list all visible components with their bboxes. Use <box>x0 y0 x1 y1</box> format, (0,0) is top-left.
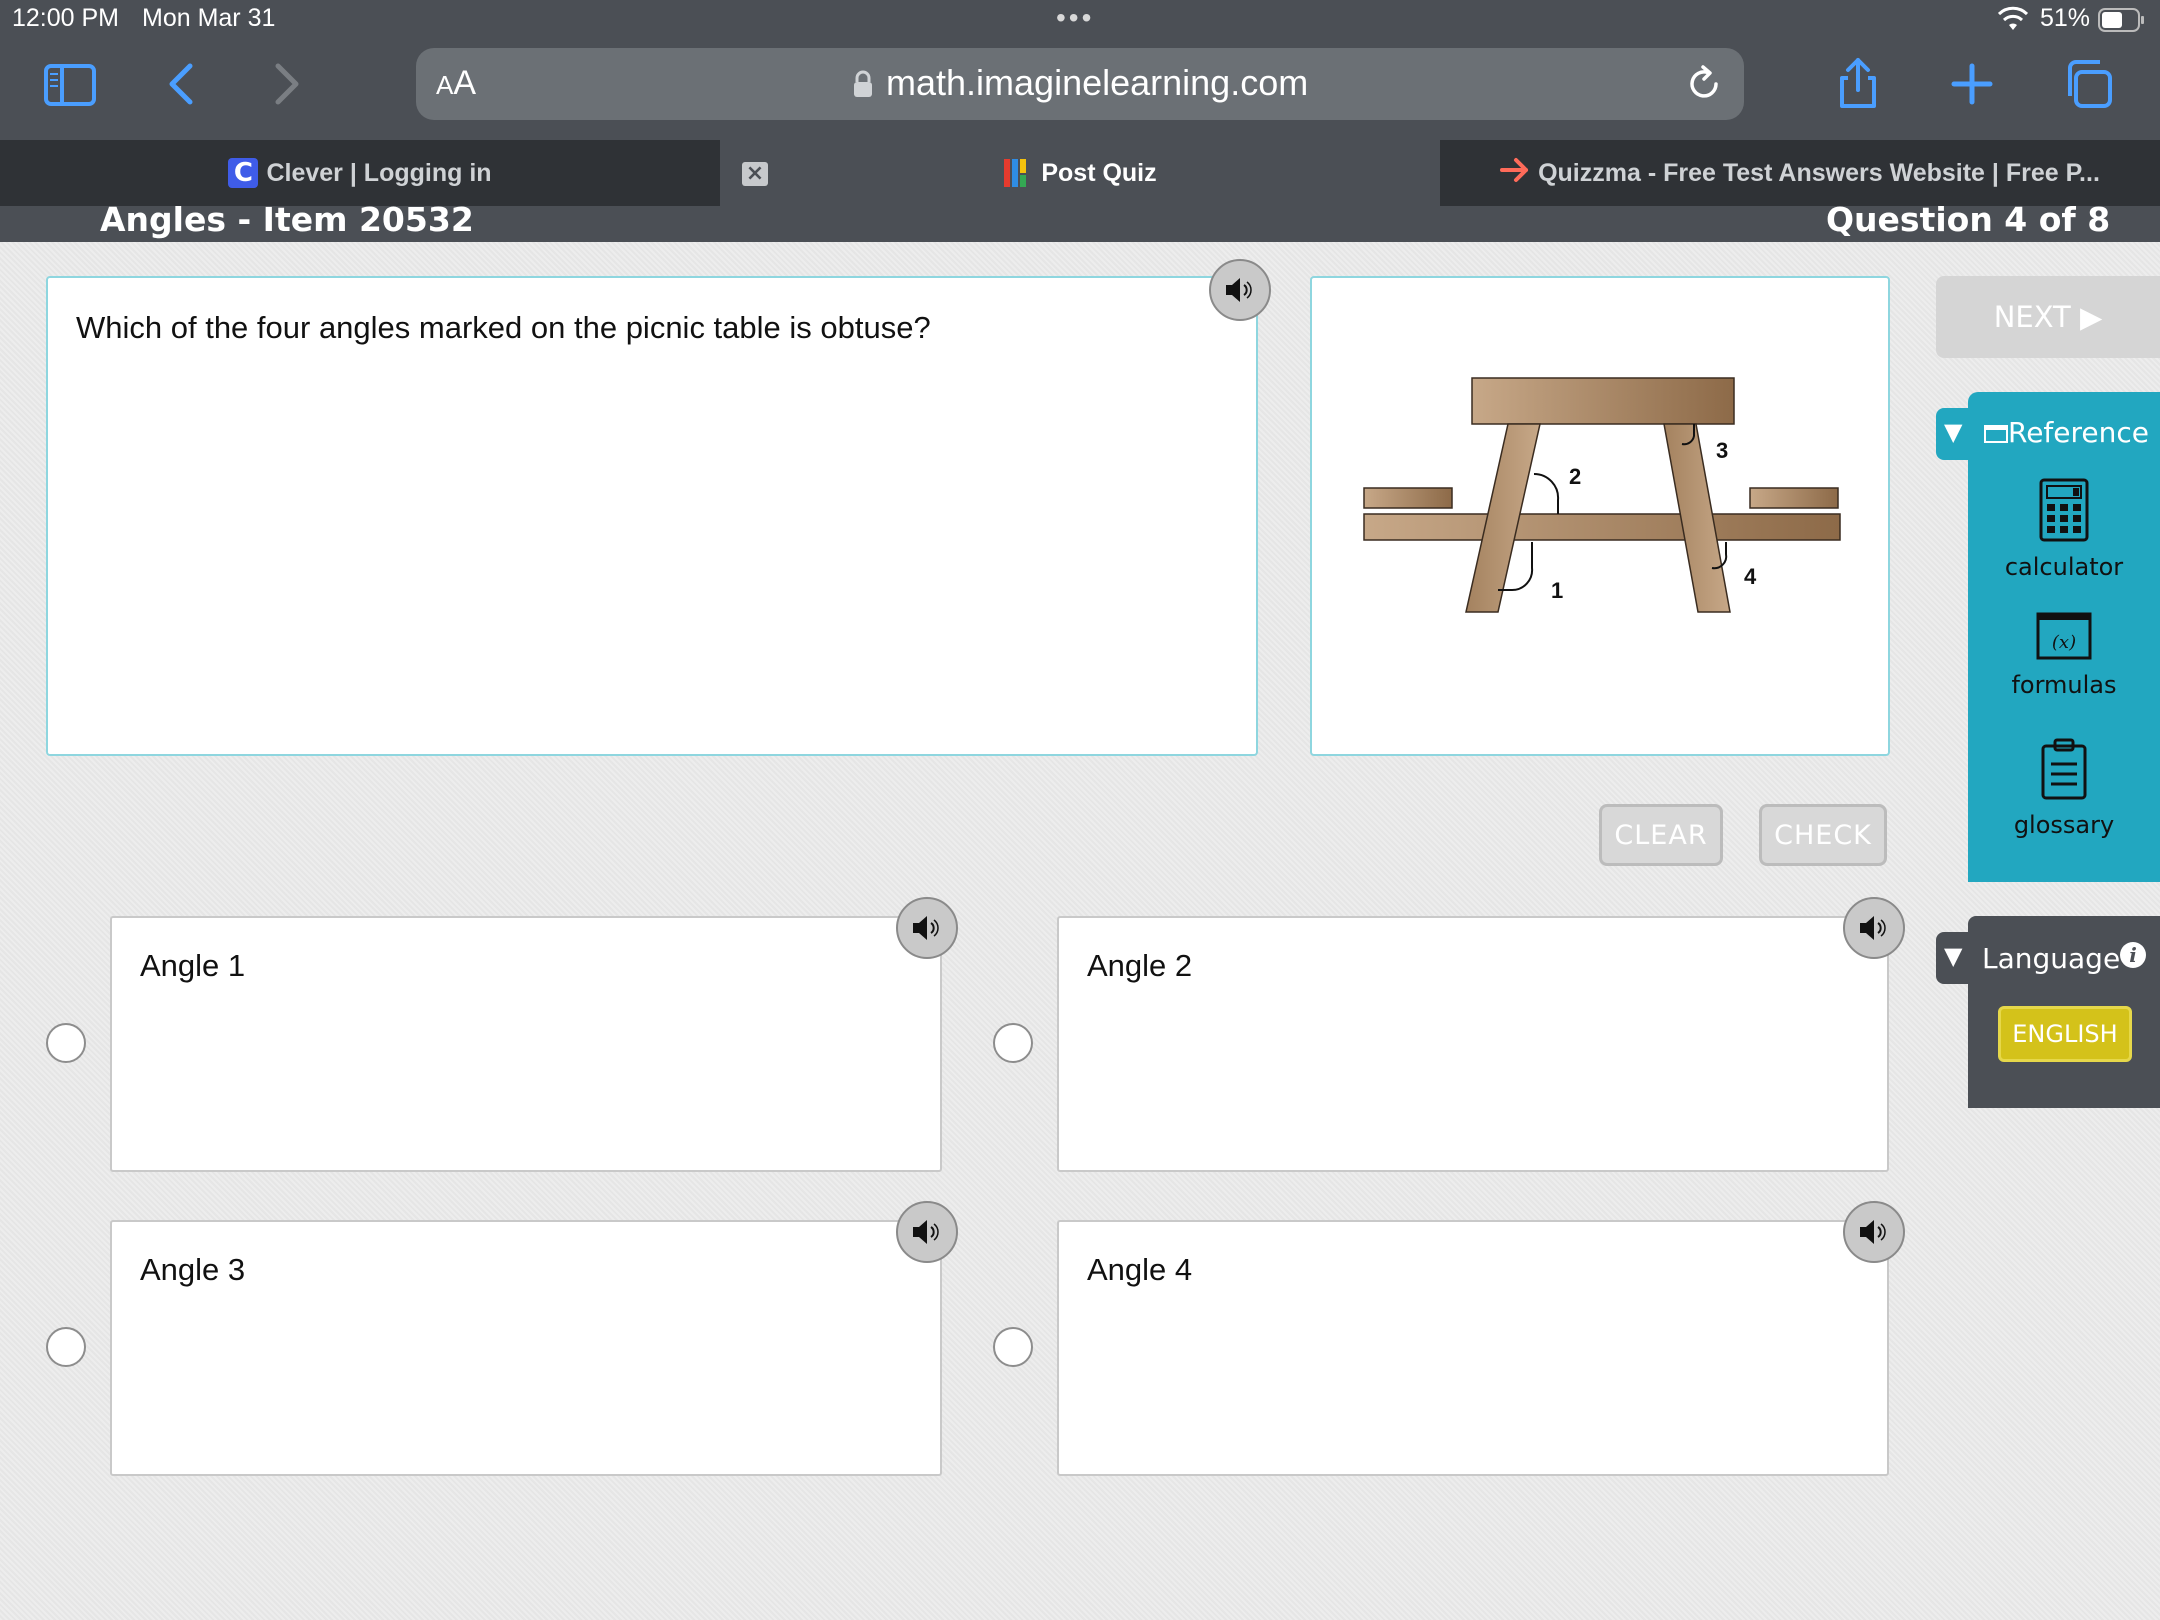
language-panel: Language i ENGLISH <box>1968 916 2160 1108</box>
choice-label: Angle 2 <box>1087 948 1193 983</box>
battery-percentage: 51% <box>2040 4 2091 32</box>
language-title: Language <box>1982 942 2121 975</box>
choice-radio-1[interactable] <box>46 1023 86 1063</box>
glossary-icon <box>2041 738 2087 800</box>
tab-clever[interactable]: C Clever | Logging in <box>0 140 720 206</box>
browser-chrome: 12:00 PM Mon Mar 31 ••• 51% AA math.imag… <box>0 0 2160 140</box>
glossary-tool[interactable]: glossary <box>1968 738 2160 839</box>
choice-radio-3[interactable] <box>46 1327 86 1367</box>
tab-label: Quizzma - Free Test Answers Website | Fr… <box>1538 158 2100 187</box>
tab-bar: C Clever | Logging in Post Quiz × Quizzm… <box>0 140 2160 206</box>
collapse-arrow-icon: ▼ <box>1944 942 1963 970</box>
reload-icon[interactable] <box>1684 64 1724 104</box>
reference-panel: Reference calculator (x) formulas glossa… <box>1968 392 2160 882</box>
tab-close-icon[interactable]: × <box>742 162 768 186</box>
tab-post-quiz[interactable]: Post Quiz <box>720 140 1440 206</box>
bench-right <box>1749 487 1839 509</box>
angle-2-arc <box>1533 472 1560 514</box>
choice-label: Angle 3 <box>140 1252 246 1287</box>
choice-3-audio-button[interactable] <box>896 1201 958 1263</box>
multitasking-dots-icon[interactable]: ••• <box>1056 2 1094 34</box>
tab-quizzma[interactable]: Quizzma - Free Test Answers Website | Fr… <box>1440 140 2160 206</box>
collapse-arrow-icon: ▼ <box>1944 418 1963 446</box>
angle-3-label: 3 <box>1716 438 1728 463</box>
choice-radio-2[interactable] <box>993 1023 1033 1063</box>
sidebar-toggle-icon[interactable] <box>38 52 102 116</box>
calculator-tool[interactable]: calculator <box>1968 478 2160 581</box>
clever-favicon-icon: C <box>228 158 259 188</box>
reference-book-icon <box>1984 425 2008 443</box>
tab-overview-icon[interactable] <box>2058 52 2122 116</box>
choice-radio-4[interactable] <box>993 1327 1033 1367</box>
wifi-icon <box>1998 6 2028 30</box>
url-text: math.imaginelearning.com <box>886 62 1309 103</box>
glossary-label: glossary <box>2013 811 2115 839</box>
next-button[interactable]: NEXT ▶ <box>1936 276 2160 358</box>
table-top <box>1471 377 1735 425</box>
imagine-learning-favicon-icon <box>1003 157 1033 189</box>
speaker-icon <box>913 916 939 940</box>
aa-big-glyph: A <box>453 64 477 102</box>
question-panel: Which of the four angles marked on the p… <box>46 276 1258 756</box>
bench-left <box>1363 487 1453 509</box>
angle-1-label: 1 <box>1551 578 1563 603</box>
answer-choice-1[interactable]: Angle 1 <box>110 916 942 1172</box>
formulas-label: formulas <box>2011 671 2117 699</box>
figure-panel: 1 2 3 4 <box>1310 276 1890 756</box>
formulas-icon: (x) <box>2036 612 2092 660</box>
formulas-tool[interactable]: (x) formulas <box>1968 612 2160 699</box>
calculator-icon <box>2039 478 2089 542</box>
clear-button[interactable]: CLEAR <box>1599 804 1723 866</box>
info-icon[interactable]: i <box>2120 942 2146 968</box>
reference-title: Reference <box>1984 416 2149 449</box>
choice-4-audio-button[interactable] <box>1843 1201 1905 1263</box>
choice-label: Angle 1 <box>140 948 246 983</box>
speaker-icon <box>1226 278 1252 302</box>
angle-2-label: 2 <box>1569 464 1581 489</box>
tab-label: Clever | Logging in <box>266 158 492 187</box>
speaker-icon <box>913 1220 939 1244</box>
answer-choice-2[interactable]: Angle 2 <box>1057 916 1889 1172</box>
item-title: Angles - Item 20532 <box>100 200 474 239</box>
question-counter: Question 4 of 8 <box>1826 200 2111 239</box>
question-audio-button[interactable] <box>1209 259 1271 321</box>
question-text: Which of the four angles marked on the p… <box>76 310 931 345</box>
lock-icon <box>854 70 872 97</box>
status-time: 12:00 PM <box>12 4 120 32</box>
back-arrow-icon[interactable] <box>150 52 214 116</box>
battery-icon <box>2098 8 2144 32</box>
reader-text-size-button[interactable]: AA <box>436 64 476 103</box>
speaker-icon <box>1860 1220 1886 1244</box>
choice-label: Angle 4 <box>1087 1252 1193 1287</box>
crossbar <box>1363 513 1841 541</box>
quiz-header: Angles - Item 20532 Question 4 of 8 <box>0 200 2160 242</box>
answer-choice-4[interactable]: Angle 4 <box>1057 1220 1889 1476</box>
tab-label: Post Quiz <box>1041 158 1157 187</box>
angle-4-label: 4 <box>1744 564 1757 589</box>
english-language-button[interactable]: ENGLISH <box>1998 1006 2132 1062</box>
speaker-icon <box>1860 916 1886 940</box>
svg-text:(x): (x) <box>2052 632 2076 653</box>
new-tab-plus-icon[interactable] <box>1940 52 2004 116</box>
calculator-label: calculator <box>2004 553 2124 581</box>
address-bar[interactable]: AA math.imaginelearning.com <box>416 48 1744 120</box>
quizzma-arrow-icon <box>1500 157 1530 190</box>
aa-small-glyph: A <box>436 70 454 100</box>
status-date: Mon Mar 31 <box>142 4 276 32</box>
picnic-table-figure: 1 2 3 4 <box>1363 377 1841 613</box>
choice-1-audio-button[interactable] <box>896 897 958 959</box>
check-button[interactable]: CHECK <box>1759 804 1887 866</box>
reference-title-text: Reference <box>2008 416 2149 449</box>
forward-arrow-icon[interactable] <box>254 52 318 116</box>
choice-2-audio-button[interactable] <box>1843 897 1905 959</box>
share-icon[interactable] <box>1826 52 1890 116</box>
answer-choice-3[interactable]: Angle 3 <box>110 1220 942 1476</box>
